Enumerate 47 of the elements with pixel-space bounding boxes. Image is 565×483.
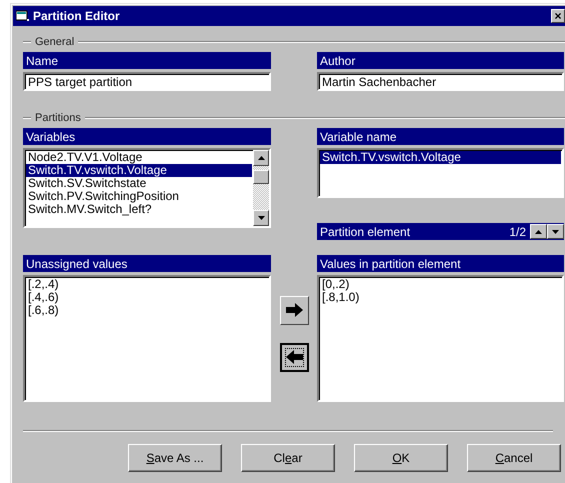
list-item[interactable]: Switch.SV.Switchstate bbox=[26, 177, 252, 190]
field-header: Name bbox=[23, 52, 271, 69]
close-button[interactable]: × bbox=[551, 9, 565, 23]
bar-label: Partition element bbox=[320, 224, 410, 238]
down-triangle-icon bbox=[552, 230, 559, 234]
window-title: Partition Editor bbox=[33, 9, 120, 23]
previous-button[interactable] bbox=[530, 224, 547, 239]
list-header: Unassigned values bbox=[23, 255, 271, 272]
list-header: Variables bbox=[23, 128, 271, 145]
list-header: Variable name bbox=[317, 128, 564, 145]
right-arrow-icon bbox=[286, 303, 302, 317]
dialog-button[interactable]: Cancel bbox=[467, 444, 561, 472]
up-triangle-icon bbox=[258, 156, 264, 160]
list-item[interactable]: [.4,.6) bbox=[26, 291, 268, 304]
list-item[interactable]: Switch.MV.Switch_left? bbox=[26, 203, 252, 216]
list-item[interactable]: [0,.2) bbox=[320, 278, 561, 291]
left-arrow-icon bbox=[286, 350, 302, 364]
next-button[interactable] bbox=[547, 224, 564, 239]
list-box[interactable]: Switch.TV.vswitch.Voltage bbox=[317, 148, 564, 198]
dialog-button[interactable]: Save As ... bbox=[128, 444, 222, 472]
name-field[interactable]: PPS target partition bbox=[23, 72, 271, 91]
list-item[interactable]: Switch.TV.vswitch.Voltage bbox=[26, 164, 252, 177]
list-item[interactable]: [.2,.4) bbox=[26, 278, 268, 291]
group-label: Partitions bbox=[35, 112, 81, 124]
author-field[interactable]: Martin Sachenbacher bbox=[317, 72, 564, 91]
list-box[interactable]: [.2,.4) [.4,.6) [.6,.8) bbox=[23, 275, 271, 402]
up-triangle-icon bbox=[535, 230, 542, 234]
move-right-button[interactable] bbox=[280, 296, 308, 324]
list-box[interactable]: [0,.2) [.8,1.0) bbox=[317, 275, 564, 402]
dialog-button[interactable]: OK bbox=[354, 444, 448, 472]
group-label: General bbox=[35, 36, 74, 48]
down-triangle-icon bbox=[258, 216, 264, 220]
list-box[interactable]: Node2.TV.V1.Voltage Switch.TV.vswitch.Voltage Switch.SV.Switchstate Switch.PV.SwitchingPosition Switch.MV.Switch_left? bbox=[23, 148, 271, 228]
list-item[interactable]: [.8,1.0) bbox=[320, 291, 561, 304]
list-header: Values in partition element bbox=[317, 255, 564, 272]
list-item[interactable]: [.6,.8) bbox=[26, 304, 268, 317]
element-counter: 1/2 bbox=[509, 224, 526, 238]
list-item[interactable]: Switch.TV.vswitch.Voltage bbox=[320, 151, 561, 164]
list-item[interactable]: Switch.PV.SwitchingPosition bbox=[26, 190, 252, 203]
list-item[interactable]: Node2.TV.V1.Voltage bbox=[26, 151, 252, 164]
scroll-up-button[interactable] bbox=[253, 150, 269, 166]
move-left-button[interactable] bbox=[280, 342, 308, 372]
window-icon bbox=[16, 10, 30, 22]
scroll-down-button[interactable] bbox=[253, 210, 269, 226]
dialog-button[interactable]: Clear bbox=[241, 444, 335, 472]
scrollbar-thumb[interactable] bbox=[253, 170, 269, 184]
field-header: Author bbox=[317, 52, 564, 69]
